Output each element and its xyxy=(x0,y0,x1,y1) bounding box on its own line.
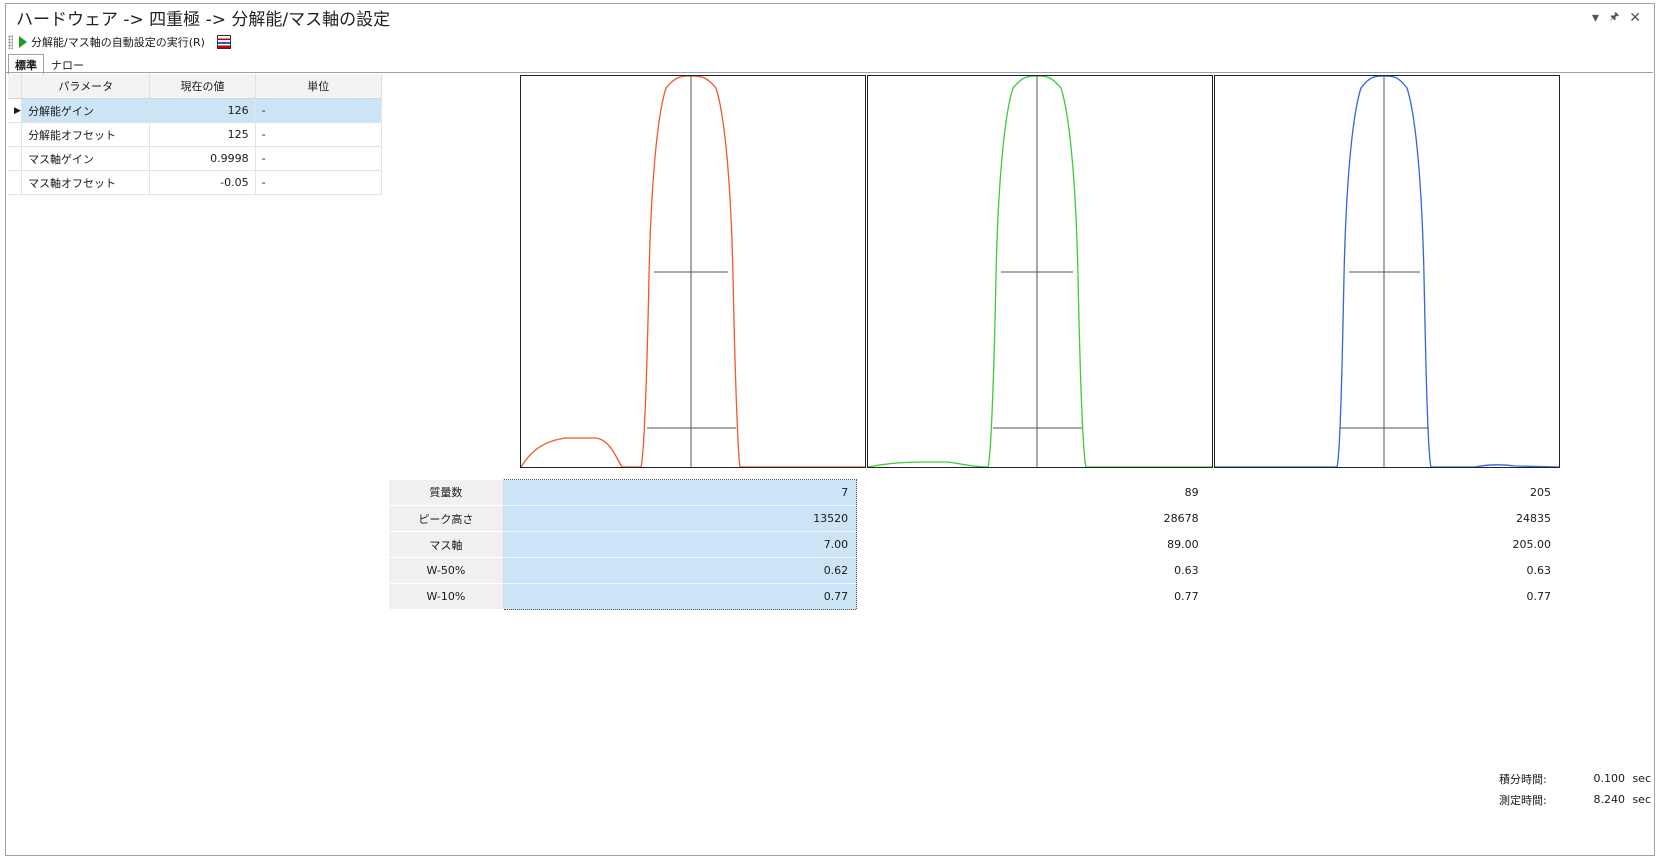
result-cell[interactable]: 205 xyxy=(1206,479,1559,506)
peak-plot-3 xyxy=(1214,75,1560,468)
results-table: 質量数 7 89 205 ピーク高さ 13520 28678 24835 マス軸… xyxy=(389,479,1559,610)
integration-time-row: 積分時間: 0.100 sec xyxy=(1499,768,1651,789)
result-cell[interactable]: 0.63 xyxy=(1206,557,1559,584)
table-row[interactable]: マス軸 7.00 89.00 205.00 xyxy=(389,531,1559,558)
result-cell[interactable]: 0.77 xyxy=(1206,583,1559,610)
param-value[interactable]: 126 xyxy=(149,98,256,123)
peak-plot-2-svg xyxy=(867,75,1212,468)
param-name: マス軸オフセット xyxy=(21,170,151,195)
measure-time-row: 測定時間: 8.240 sec xyxy=(1499,789,1651,810)
measure-time-value: 8.240 xyxy=(1593,793,1626,806)
tab-divider xyxy=(6,72,1653,73)
result-cell[interactable]: 89.00 xyxy=(856,531,1207,558)
play-icon xyxy=(19,36,27,48)
peak-plot-3-svg xyxy=(1215,75,1560,468)
table-row[interactable]: 分解能オフセット 125 - xyxy=(8,122,383,147)
row-label-mass-axis: マス軸 xyxy=(389,531,504,558)
run-button-label: 分解能/マス軸の自動設定の実行(R) xyxy=(31,36,205,49)
peak-plot-1-svg xyxy=(520,75,865,468)
close-icon[interactable]: ✕ xyxy=(1629,10,1641,26)
peak-plot-1 xyxy=(520,75,866,468)
table-row[interactable]: W-10% 0.77 0.77 0.77 xyxy=(389,583,1559,610)
result-cell[interactable]: 89 xyxy=(856,479,1207,506)
measure-time-unit: sec xyxy=(1632,793,1651,806)
result-cell[interactable]: 7.00 xyxy=(502,531,858,558)
header-current-value[interactable]: 現在の値 xyxy=(149,74,256,99)
integration-time-unit: sec xyxy=(1632,772,1651,785)
chart-settings-icon[interactable] xyxy=(216,35,231,49)
row-label-mass-number: 質量数 xyxy=(389,479,504,506)
table-row[interactable]: ▶ 分解能ゲイン 126 - xyxy=(8,98,383,123)
table-row[interactable]: マス軸ゲイン 0.9998 - xyxy=(8,146,383,171)
toolbar: 分解能/マス軸の自動設定の実行(R) xyxy=(8,33,231,51)
peak-plot-2 xyxy=(867,75,1213,468)
param-value[interactable]: 0.9998 xyxy=(149,146,256,171)
param-value[interactable]: 125 xyxy=(149,122,256,147)
row-indicator xyxy=(8,146,23,171)
header-unit[interactable]: 単位 xyxy=(255,74,383,99)
param-name: マス軸ゲイン xyxy=(21,146,151,171)
table-row[interactable]: マス軸オフセット -0.05 - xyxy=(8,170,383,195)
result-cell[interactable]: 0.63 xyxy=(856,557,1207,584)
row-indicator xyxy=(8,122,23,147)
row-label-w50: W-50% xyxy=(389,557,504,584)
auto-setting-run-button[interactable]: 分解能/マス軸の自動設定の実行(R) xyxy=(17,34,207,50)
row-label-peak-height: ピーク高さ xyxy=(389,505,504,532)
result-cell[interactable]: 0.62 xyxy=(502,557,858,584)
integration-time-value: 0.100 xyxy=(1593,772,1626,785)
row-indicator xyxy=(8,170,23,195)
table-row[interactable]: ピーク高さ 13520 28678 24835 xyxy=(389,505,1559,532)
param-value[interactable]: -0.05 xyxy=(149,170,256,195)
page-title: ハードウェア -> 四重極 -> 分解能/マス軸の設定 xyxy=(16,10,391,30)
pin-icon[interactable]: 🖈 xyxy=(1609,8,1619,27)
param-unit: - xyxy=(255,146,383,171)
parameter-table: パラメータ 現在の値 単位 ▶ 分解能ゲイン 126 - 分解能オフセット 12… xyxy=(8,74,383,195)
integration-time-label: 積分時間: xyxy=(1499,772,1547,786)
result-cell[interactable]: 28678 xyxy=(856,505,1207,532)
timing-footer: 積分時間: 0.100 sec 測定時間: 8.240 sec xyxy=(1499,768,1651,810)
table-row[interactable]: W-50% 0.62 0.63 0.63 xyxy=(389,557,1559,584)
param-unit: - xyxy=(255,122,383,147)
measure-time-label: 測定時間: xyxy=(1499,793,1547,807)
param-name: 分解能ゲイン xyxy=(21,98,151,123)
row-label-w10: W-10% xyxy=(389,583,504,610)
row-pointer-icon: ▶ xyxy=(8,98,23,123)
toolbar-grip-icon[interactable] xyxy=(8,35,13,49)
result-cell[interactable]: 13520 xyxy=(502,505,858,532)
parameter-table-header: パラメータ 現在の値 単位 xyxy=(8,74,383,99)
result-cell[interactable]: 0.77 xyxy=(502,583,858,610)
param-unit: - xyxy=(255,170,383,195)
table-row[interactable]: 質量数 7 89 205 xyxy=(389,479,1559,506)
dropdown-icon[interactable]: ▾ xyxy=(1592,10,1599,26)
window-controls: ▾ 🖈 ✕ xyxy=(1592,8,1641,27)
result-cell[interactable]: 24835 xyxy=(1206,505,1559,532)
row-indicator-header xyxy=(8,74,23,99)
param-name: 分解能オフセット xyxy=(21,122,151,147)
result-cell[interactable]: 0.77 xyxy=(856,583,1207,610)
param-unit: - xyxy=(255,98,383,123)
header-parameter[interactable]: パラメータ xyxy=(21,74,151,99)
result-cell[interactable]: 7 xyxy=(502,479,858,506)
result-cell[interactable]: 205.00 xyxy=(1206,531,1559,558)
